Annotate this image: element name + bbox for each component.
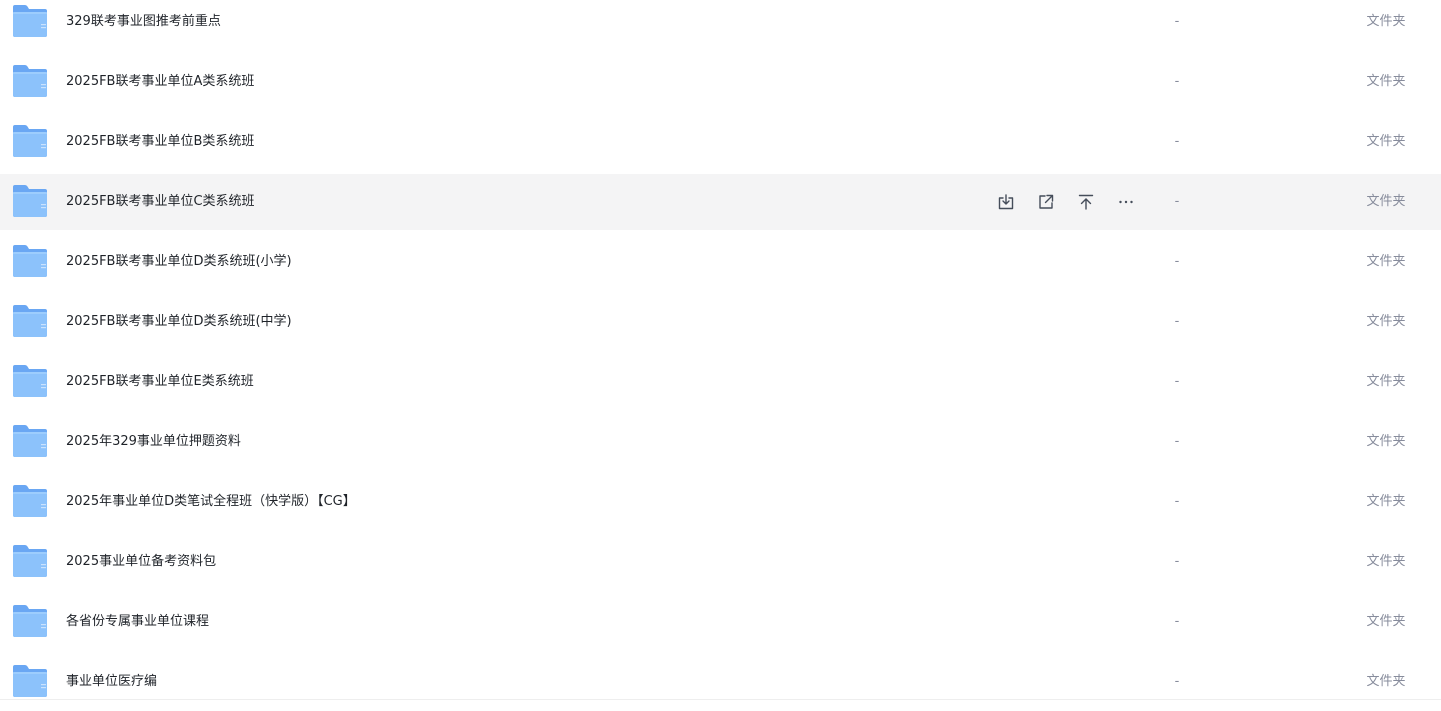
folder-icon[interactable] <box>12 664 48 698</box>
file-type: 文件夹 <box>1366 494 1406 509</box>
folder-icon[interactable] <box>12 364 48 398</box>
file-type: 文件夹 <box>1366 614 1406 629</box>
file-name[interactable]: 2025FB联考事业单位D类系统班(小学) <box>66 252 292 272</box>
file-size: - <box>1174 194 1180 209</box>
file-type: 文件夹 <box>1366 14 1406 29</box>
file-size: - <box>1174 14 1180 29</box>
file-size: - <box>1174 134 1180 149</box>
file-name[interactable]: 2025FB联考事业单位A类系统班 <box>66 72 254 92</box>
file-row[interactable]: 2025FB联考事业单位D类系统班(小学) - 文件夹 <box>0 234 1441 290</box>
file-type: 文件夹 <box>1366 674 1406 689</box>
file-type: 文件夹 <box>1366 554 1406 569</box>
share-icon[interactable] <box>1036 192 1056 212</box>
file-size: - <box>1174 314 1180 329</box>
file-name[interactable]: 2025FB联考事业单位D类系统班(中学) <box>66 312 292 332</box>
row-actions <box>996 192 1136 212</box>
file-row[interactable]: 2025FB联考事业单位A类系统班 - 文件夹 <box>0 54 1441 110</box>
folder-icon[interactable] <box>12 64 48 98</box>
file-row[interactable]: 2025FB联考事业单位E类系统班 - 文件夹 <box>0 354 1441 410</box>
file-size: - <box>1174 254 1180 269</box>
folder-icon[interactable] <box>12 4 48 38</box>
file-type: 文件夹 <box>1366 74 1406 89</box>
file-name[interactable]: 2025FB联考事业单位C类系统班 <box>66 192 255 212</box>
move-to-top-icon[interactable] <box>1076 192 1096 212</box>
file-row[interactable]: 329联考事业图推考前重点 - 文件夹 <box>0 0 1441 50</box>
file-list: 329联考事业图推考前重点 - 文件夹 2025FB联考事业单位A类系统班 - 文件夹 20… <box>0 0 1441 711</box>
file-row[interactable]: 2025FB联考事业单位C类系统班 - 文件夹 <box>0 174 1441 230</box>
folder-icon[interactable] <box>12 604 48 638</box>
folder-icon[interactable] <box>12 544 48 578</box>
file-size: - <box>1174 434 1180 449</box>
file-row[interactable]: 2025事业单位备考资料包 - 文件夹 <box>0 534 1441 590</box>
folder-icon[interactable] <box>12 184 48 218</box>
file-size: - <box>1174 614 1180 629</box>
file-size: - <box>1174 674 1180 689</box>
file-type: 文件夹 <box>1366 314 1406 329</box>
file-type: 文件夹 <box>1366 254 1406 269</box>
file-type: 文件夹 <box>1366 434 1406 449</box>
file-size: - <box>1174 554 1180 569</box>
file-size: - <box>1174 494 1180 509</box>
folder-icon[interactable] <box>12 304 48 338</box>
file-size: - <box>1174 74 1180 89</box>
more-icon[interactable] <box>1116 192 1136 212</box>
file-name[interactable]: 329联考事业图推考前重点 <box>66 12 221 32</box>
file-name[interactable]: 2025年329事业单位押题资料 <box>66 432 241 452</box>
folder-icon[interactable] <box>12 124 48 158</box>
file-type: 文件夹 <box>1366 134 1406 149</box>
file-name[interactable]: 2025FB联考事业单位B类系统班 <box>66 132 254 152</box>
file-name[interactable]: 事业单位医疗编 <box>66 672 157 692</box>
file-name[interactable]: 2025年事业单位D类笔试全程班（快学版）【CG】 <box>66 492 356 512</box>
folder-icon[interactable] <box>12 484 48 518</box>
file-name[interactable]: 各省份专属事业单位课程 <box>66 612 209 632</box>
file-name[interactable]: 2025事业单位备考资料包 <box>66 552 216 572</box>
file-row[interactable]: 各省份专属事业单位课程 - 文件夹 <box>0 594 1441 650</box>
file-row[interactable]: 2025FB联考事业单位D类系统班(中学) - 文件夹 <box>0 294 1441 350</box>
file-name[interactable]: 2025FB联考事业单位E类系统班 <box>66 372 254 392</box>
file-row[interactable]: 2025FB联考事业单位B类系统班 - 文件夹 <box>0 114 1441 170</box>
download-icon[interactable] <box>996 192 1016 212</box>
folder-icon[interactable] <box>12 244 48 278</box>
file-type: 文件夹 <box>1366 374 1406 389</box>
file-row[interactable]: 事业单位医疗编 - 文件夹 <box>0 654 1441 710</box>
file-row[interactable]: 2025年事业单位D类笔试全程班（快学版）【CG】 - 文件夹 <box>0 474 1441 530</box>
folder-icon[interactable] <box>12 424 48 458</box>
file-row[interactable]: 2025年329事业单位押题资料 - 文件夹 <box>0 414 1441 470</box>
file-size: - <box>1174 374 1180 389</box>
file-type: 文件夹 <box>1366 194 1406 209</box>
